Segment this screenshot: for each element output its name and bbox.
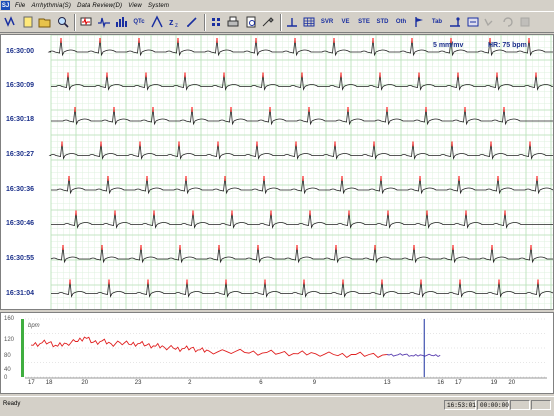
ste-button[interactable]: STE (356, 14, 373, 30)
strip-time-7: 16:31:04 (6, 290, 35, 297)
toolbar-separator (74, 13, 76, 31)
app-icon[interactable]: SJ (1, 1, 10, 10)
menu-bar: SJ File Arrhythmia(S) Data Review(D) Vie… (0, 0, 554, 11)
trend-series-line (386, 353, 441, 358)
settings-icon[interactable] (447, 14, 463, 30)
menu-file[interactable]: File (12, 3, 28, 9)
x-tick-label: 17 (455, 380, 462, 386)
oth-button[interactable]: Oth (393, 14, 410, 30)
strip-time-4: 16:30:36 (6, 186, 35, 193)
signal-icon[interactable] (149, 14, 165, 30)
ecg-panel[interactable]: 5 mm/mv HR: 75 bpm 16:30:00 16:30:09 16:… (0, 34, 554, 310)
save-icon[interactable] (2, 14, 18, 30)
status-ready: Ready (3, 401, 21, 407)
toolbar-separator (203, 13, 206, 31)
x-tick-label: 2 (188, 380, 192, 386)
preview-icon[interactable] (243, 14, 259, 30)
toolbar-separator (279, 13, 282, 31)
x-tick-label: 6 (259, 380, 263, 386)
disk-icon[interactable] (517, 14, 533, 30)
save-disk-icon[interactable] (482, 14, 498, 30)
x-tick-label: 20 (508, 380, 516, 386)
status-bar: Ready 16:53:01 00:00:00 (0, 396, 554, 416)
menu-arrhythmia[interactable]: Arrhythmia(S) (28, 3, 74, 9)
hr-trend-panel[interactable]: 160 bpm 120 80 40 0 17 18 20 23 2 6 9 13 16 17 19 2… (0, 312, 554, 394)
qtc-button[interactable]: QTc (131, 14, 148, 30)
strip-time-3: 16:30:27 (6, 151, 35, 158)
toolbar: QTc zz SVR VE STE STD Oth Tab (0, 11, 554, 33)
strip-time-5: 16:30:46 (6, 220, 35, 227)
menu-system[interactable]: System (145, 3, 172, 9)
x-tick-label: 20 (81, 380, 89, 386)
ecg-trace (48, 142, 553, 160)
y-tick-label: 120 (4, 337, 15, 343)
search-icon[interactable] (55, 14, 71, 30)
mark-icon[interactable] (284, 14, 300, 30)
tab-button[interactable]: Tab (429, 14, 446, 30)
table-icon[interactable] (301, 14, 317, 30)
svg-text:z: z (169, 17, 174, 27)
x-tick-label: 16 (437, 380, 444, 386)
heart-rate-label: HR: 75 bpm (488, 42, 527, 49)
strip-time-6: 16:30:55 (6, 255, 35, 262)
print-icon[interactable] (225, 14, 241, 30)
menu-view[interactable]: View (125, 3, 145, 9)
x-tick-label: 17 (28, 380, 35, 386)
zoom-icon[interactable]: zz (167, 14, 183, 30)
bar-chart-icon[interactable] (113, 14, 129, 30)
x-tick-label: 18 (45, 380, 53, 386)
y-tick-label: 160 (4, 316, 15, 322)
y-tick-label: 40 (4, 367, 11, 373)
grid-icon[interactable] (208, 14, 224, 30)
new-file-icon[interactable] (20, 14, 36, 30)
strip-time-2: 16:30:18 (6, 116, 35, 123)
strip-time-0: 16:30:00 (6, 48, 35, 55)
std-button[interactable]: STD (374, 14, 391, 30)
status-duration: 00:00:00 (477, 400, 509, 410)
status-cell-4 (531, 400, 551, 410)
pen-icon[interactable] (184, 14, 200, 30)
tools-icon[interactable] (260, 14, 276, 30)
y-axis-unit: bpm (28, 323, 40, 329)
status-cell-3 (510, 400, 530, 410)
monitor-icon[interactable] (78, 14, 94, 30)
trend-series-line (30, 336, 387, 358)
x-tick-label: 23 (134, 380, 142, 386)
undo-icon[interactable] (500, 14, 516, 30)
svr-button[interactable]: SVR (319, 14, 336, 30)
open-icon[interactable] (37, 14, 53, 30)
ecg-grid (47, 35, 553, 309)
ve-button[interactable]: VE (337, 14, 354, 30)
gain-label: 5 mm/mv (433, 42, 464, 49)
menu-data-review[interactable]: Data Review(D) (74, 3, 125, 9)
flag-icon[interactable] (411, 14, 427, 30)
export-icon[interactable] (465, 14, 481, 30)
status-time: 16:53:01 (444, 400, 476, 410)
x-tick-label: 9 (312, 380, 317, 386)
y-axis-band (21, 319, 24, 377)
strip-time-1: 16:30:09 (6, 82, 35, 89)
y-tick-label: 80 (4, 353, 11, 359)
svg-text:z: z (175, 23, 178, 29)
y-tick-label: 0 (4, 375, 8, 381)
x-tick-label: 19 (490, 380, 498, 386)
x-tick-label: 13 (383, 380, 391, 386)
rhythm-icon[interactable] (96, 14, 112, 30)
